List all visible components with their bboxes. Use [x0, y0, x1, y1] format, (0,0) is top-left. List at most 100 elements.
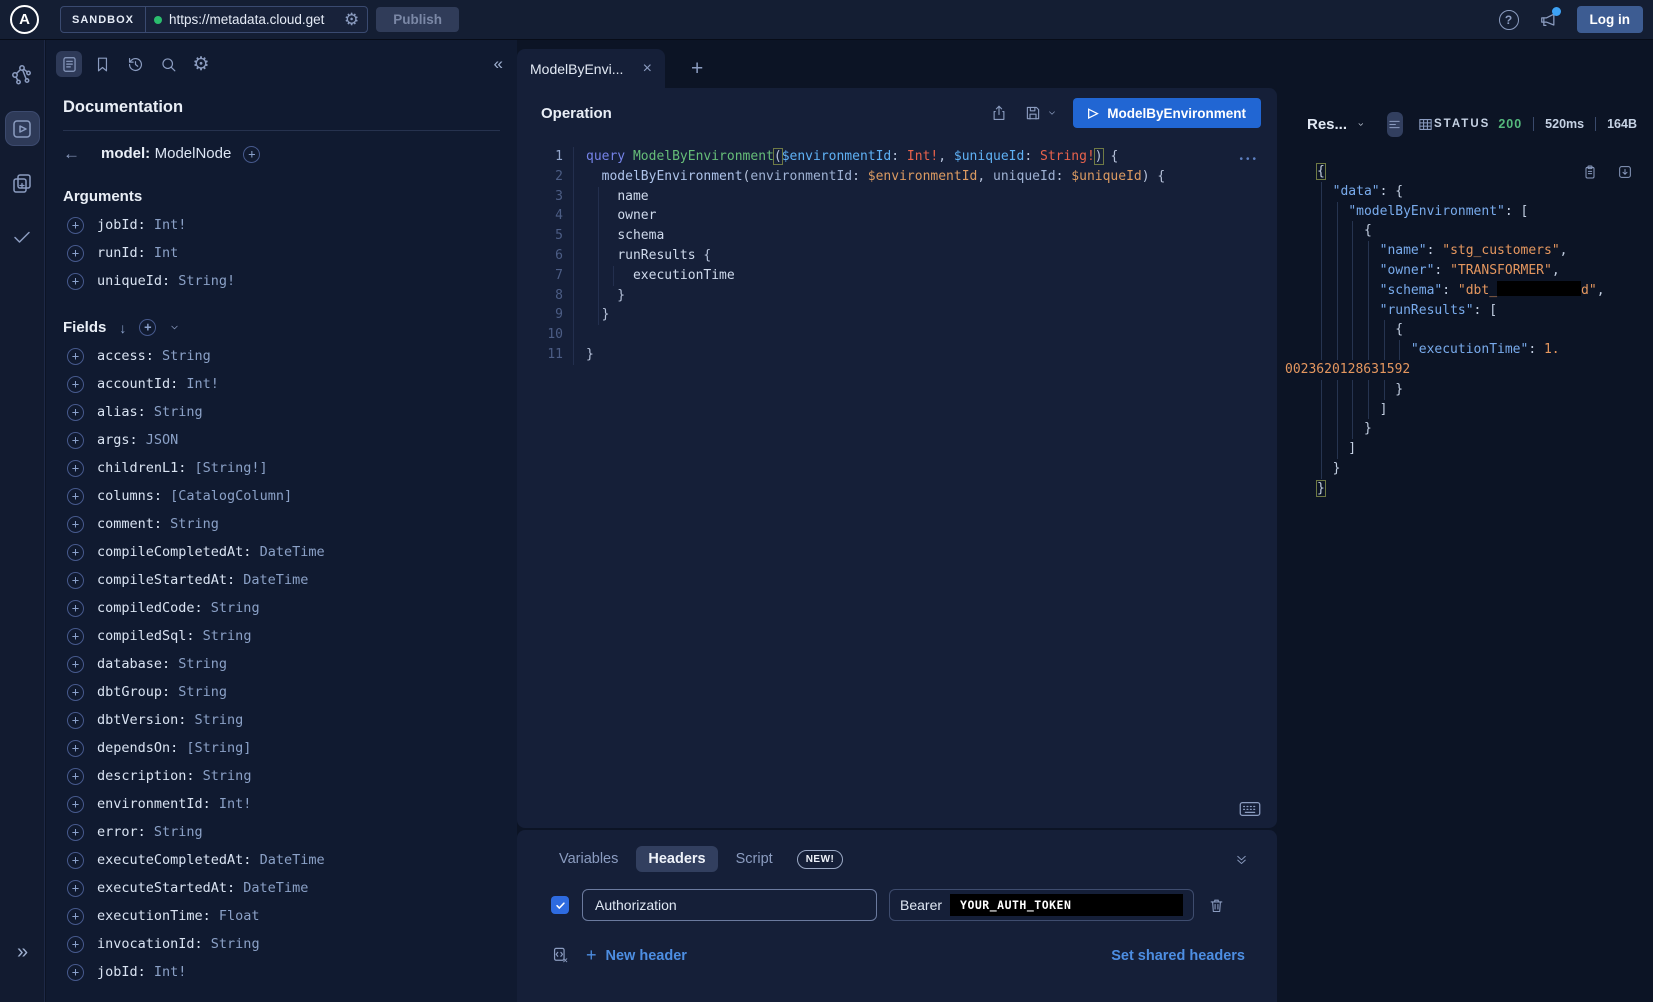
field-database[interactable]: +database: String — [46, 650, 517, 678]
set-shared-headers-link[interactable]: Set shared headers — [1111, 948, 1245, 964]
save-operation-icon[interactable] — [1024, 104, 1042, 122]
add-to-query-icon[interactable]: + — [67, 824, 84, 841]
endpoint-settings-icon[interactable]: ⚙ — [344, 11, 359, 28]
add-to-query-icon[interactable]: + — [67, 712, 84, 729]
query-editor-line-10[interactable]: 10 — [517, 325, 1277, 345]
saved-collections-icon[interactable] — [89, 51, 115, 77]
field-environmentId[interactable]: +environmentId: Int! — [46, 790, 517, 818]
query-editor-line-4[interactable]: 4 owner — [517, 206, 1277, 226]
search-icon[interactable] — [155, 51, 181, 77]
help-icon[interactable]: ? — [1499, 10, 1519, 30]
field-compileStartedAt[interactable]: +compileStartedAt: DateTime — [46, 566, 517, 594]
argument-uniqueId[interactable]: +uniqueId: String! — [46, 267, 517, 295]
field-childrenL1[interactable]: +childrenL1: [String!] — [46, 454, 517, 482]
field-error[interactable]: +error: String — [46, 818, 517, 846]
tab-headers[interactable]: Headers — [636, 846, 717, 872]
new-tab-button[interactable]: + — [691, 58, 703, 79]
add-to-query-icon[interactable]: + — [67, 516, 84, 533]
field-dbtVersion[interactable]: +dbtVersion: String — [46, 706, 517, 734]
add-to-query-icon[interactable]: + — [67, 684, 84, 701]
endpoint-url-field[interactable]: https://metadata.cloud.get ⚙ — [146, 11, 367, 28]
query-editor-line-3[interactable]: 3 name — [517, 187, 1277, 207]
back-icon[interactable]: ← — [63, 144, 80, 164]
add-to-query-icon[interactable]: + — [67, 768, 84, 785]
keyboard-shortcuts-icon[interactable] — [1239, 800, 1261, 818]
add-to-query-icon[interactable]: + — [67, 348, 84, 365]
raw-view-toggle-icon[interactable] — [1387, 112, 1403, 137]
add-to-query-icon[interactable]: + — [67, 852, 84, 869]
operation-collections-icon[interactable] — [6, 166, 39, 199]
chevron-down-icon[interactable] — [169, 322, 180, 333]
response-chevron-icon[interactable] — [1357, 118, 1365, 131]
tab-script[interactable]: Script — [724, 846, 785, 872]
add-to-query-icon[interactable]: + — [67, 544, 84, 561]
field-invocationId[interactable]: +invocationId: String — [46, 930, 517, 958]
query-editor-line-2[interactable]: 2 modelByEnvironment(environmentId: $env… — [517, 167, 1277, 187]
field-comment[interactable]: +comment: String — [46, 510, 517, 538]
login-button[interactable]: Log in — [1577, 6, 1644, 33]
field-accountId[interactable]: +accountId: Int! — [46, 370, 517, 398]
field-executeStartedAt[interactable]: +executeStartedAt: DateTime — [46, 874, 517, 902]
field-columns[interactable]: +columns: [CatalogColumn] — [46, 482, 517, 510]
query-editor-line-9[interactable]: 9 } — [517, 305, 1277, 325]
preflight-script-icon[interactable] — [551, 946, 570, 965]
add-to-query-icon[interactable]: + — [67, 936, 84, 953]
documentation-tab-icon[interactable] — [56, 51, 82, 77]
field-executeCompletedAt[interactable]: +executeCompletedAt: DateTime — [46, 846, 517, 874]
field-args[interactable]: +args: JSON — [46, 426, 517, 454]
schema-graph-icon[interactable] — [6, 58, 39, 91]
field-dependsOn[interactable]: +dependsOn: [String] — [46, 734, 517, 762]
add-to-query-icon[interactable]: + — [67, 628, 84, 645]
field-alias[interactable]: +alias: String — [46, 398, 517, 426]
announcements-icon[interactable] — [1538, 10, 1558, 30]
add-to-query-icon[interactable]: + — [67, 460, 84, 477]
query-editor-line-11[interactable]: 11} — [517, 345, 1277, 365]
add-to-query-icon[interactable]: + — [67, 908, 84, 925]
add-to-query-icon[interactable]: + — [67, 432, 84, 449]
field-access[interactable]: +access: String — [46, 342, 517, 370]
field-dbtGroup[interactable]: +dbtGroup: String — [46, 678, 517, 706]
checks-icon[interactable] — [6, 220, 39, 253]
argument-runId[interactable]: +runId: Int — [46, 239, 517, 267]
tab-variables[interactable]: Variables — [547, 846, 630, 872]
field-description[interactable]: +description: String — [46, 762, 517, 790]
collapse-sidebar-icon[interactable]: « — [494, 54, 503, 74]
header-enabled-checkbox[interactable] — [551, 896, 569, 914]
header-value-field[interactable]: Bearer YOUR_AUTH_TOKEN — [889, 889, 1194, 921]
query-editor-line-1[interactable]: 1query ModelByEnvironment($environmentId… — [517, 147, 1277, 167]
history-icon[interactable] — [122, 51, 148, 77]
add-to-query-icon[interactable]: + — [67, 964, 84, 981]
field-jobId[interactable]: +jobId: Int! — [46, 958, 517, 986]
query-editor-line-8[interactable]: 8 } — [517, 286, 1277, 306]
tab-modelbyenvironment[interactable]: ModelByEnvi... × — [517, 49, 665, 88]
table-view-toggle-icon[interactable] — [1417, 116, 1434, 133]
collapse-panel-icon[interactable] — [1234, 852, 1249, 867]
add-to-query-icon[interactable]: + — [67, 600, 84, 617]
publish-button[interactable]: Publish — [376, 7, 459, 32]
header-key-input[interactable] — [582, 889, 877, 921]
argument-jobId[interactable]: +jobId: Int! — [46, 211, 517, 239]
add-to-query-icon[interactable]: + — [67, 796, 84, 813]
settings-icon[interactable]: ⚙ — [188, 51, 214, 77]
add-to-query-icon[interactable]: + — [67, 740, 84, 757]
sort-fields-icon[interactable]: ↓ — [119, 320, 126, 336]
expand-rail-icon[interactable]: » — [0, 941, 45, 964]
add-to-query-icon[interactable]: + — [67, 656, 84, 673]
field-compileCompletedAt[interactable]: +compileCompletedAt: DateTime — [46, 538, 517, 566]
add-to-query-icon[interactable]: + — [67, 217, 84, 234]
tab-title[interactable]: ModelByEnvi... — [530, 61, 633, 77]
field-compiledCode[interactable]: +compiledCode: String — [46, 594, 517, 622]
response-title[interactable]: Res... — [1307, 116, 1347, 133]
endpoint-url[interactable]: https://metadata.cloud.get — [169, 12, 337, 27]
apollo-logo-icon[interactable]: A — [10, 5, 39, 34]
close-tab-icon[interactable]: × — [643, 61, 652, 77]
breadcrumb-type[interactable]: ModelNode — [155, 145, 232, 162]
save-options-chevron-icon[interactable] — [1047, 108, 1057, 118]
add-to-query-icon[interactable]: + — [67, 273, 84, 290]
add-to-query-icon[interactable]: + — [67, 376, 84, 393]
query-editor-line-5[interactable]: 5 schema — [517, 226, 1277, 246]
delete-header-icon[interactable] — [1208, 897, 1225, 914]
run-operation-button[interactable]: ▷ ModelByEnvironment — [1073, 98, 1261, 128]
add-to-query-icon[interactable]: + — [67, 404, 84, 421]
add-to-query-icon[interactable]: + — [67, 880, 84, 897]
